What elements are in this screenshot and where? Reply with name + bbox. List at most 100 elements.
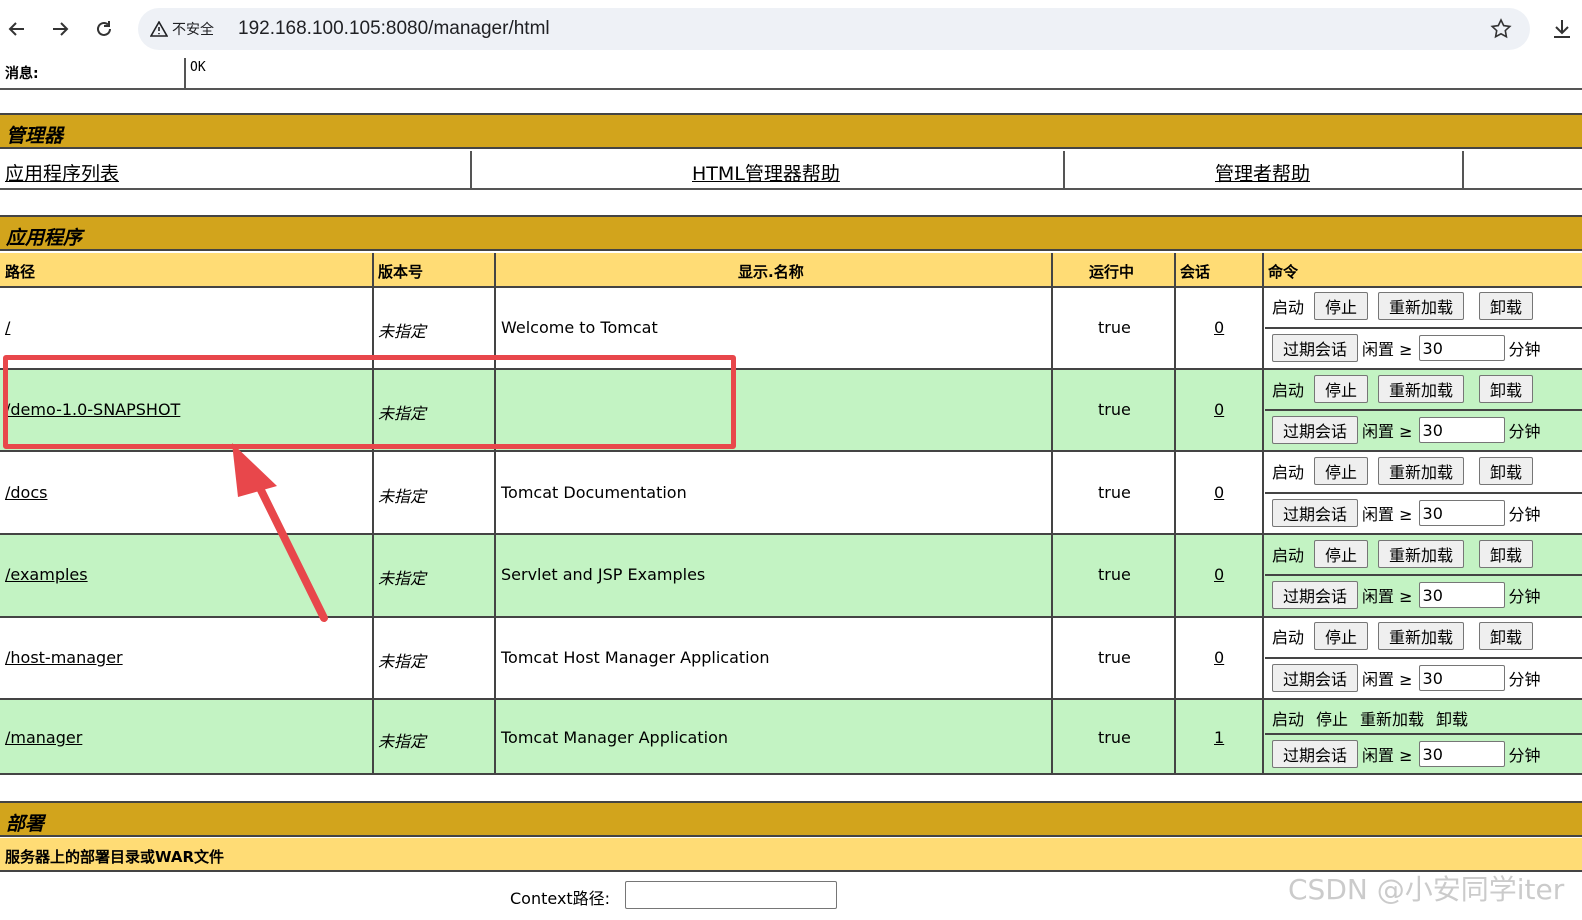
address-bar[interactable]: 不安全 192.168.100.105:8080/manager/html: [138, 8, 1530, 50]
applications-section-header: 应用程序: [0, 215, 1582, 251]
undeploy-button[interactable]: 卸载: [1479, 540, 1534, 568]
deploy-subheader: 服务器上的部署目录或WAR文件: [0, 838, 1582, 872]
undeploy-button[interactable]: 卸载: [1479, 292, 1534, 320]
undeploy-button[interactable]: 卸载: [1479, 457, 1534, 485]
minutes-label: 分钟: [1508, 505, 1541, 524]
start-label: 启动: [1272, 298, 1305, 317]
reload-button[interactable]: 重新加载: [1378, 292, 1465, 320]
app-display-name: Servlet and JSP Examples: [501, 565, 706, 584]
divider: [1462, 151, 1464, 188]
start-label: 启动: [1272, 710, 1305, 729]
expire-sessions-button[interactable]: 过期会话: [1272, 581, 1359, 609]
app-path-link[interactable]: /docs: [5, 483, 47, 502]
divider: [1265, 327, 1582, 329]
undeploy-label: 卸载: [1436, 710, 1469, 729]
download-icon[interactable]: [1550, 17, 1574, 45]
app-running: true: [1098, 483, 1131, 502]
col-display-name: 显示.名称: [738, 263, 804, 281]
command-group: 启动 停止 重新加载 卸载: [1272, 706, 1468, 730]
minutes-label: 分钟: [1508, 746, 1541, 765]
highlight-box: [3, 355, 736, 449]
message-value: OK: [190, 60, 206, 75]
idle-minutes-input[interactable]: 30: [1418, 741, 1505, 767]
bookmark-star-icon[interactable]: [1490, 18, 1512, 44]
divider: [1051, 253, 1053, 775]
app-path-link[interactable]: /manager: [5, 728, 82, 747]
stop-button[interactable]: 停止: [1314, 540, 1369, 568]
manager-section-header: 管理器: [0, 113, 1582, 149]
app-sessions-link[interactable]: 0: [1214, 565, 1224, 584]
expire-sessions-button[interactable]: 过期会话: [1272, 664, 1359, 692]
divider: [372, 253, 374, 775]
app-display-name: Tomcat Manager Application: [501, 728, 729, 747]
undeploy-button[interactable]: 卸载: [1479, 622, 1534, 650]
col-sessions: 会话: [1180, 263, 1211, 281]
manager-links: 应用程序列表 HTML管理器帮助 管理者帮助: [0, 151, 1582, 190]
app-sessions-link[interactable]: 0: [1214, 483, 1224, 502]
context-path-label: Context路径:: [510, 889, 611, 908]
expire-sessions-button[interactable]: 过期会话: [1272, 416, 1359, 444]
expire-sessions-button[interactable]: 过期会话: [1272, 740, 1359, 768]
divider: [1265, 409, 1582, 411]
warning-icon: [150, 21, 168, 37]
divider: [1262, 253, 1264, 775]
context-path-input[interactable]: [625, 881, 837, 909]
idle-label: 闲置 ≥: [1362, 587, 1413, 606]
col-version: 版本号: [378, 263, 424, 281]
stop-button[interactable]: 停止: [1314, 375, 1369, 403]
undeploy-button[interactable]: 卸载: [1479, 375, 1534, 403]
start-label: 启动: [1272, 463, 1305, 482]
minutes-label: 分钟: [1508, 340, 1541, 359]
expire-group: 过期会话 闲置 ≥ 30 分钟: [1272, 334, 1541, 362]
reload-icon[interactable]: [89, 14, 119, 44]
html-manager-help-link[interactable]: HTML管理器帮助: [692, 159, 840, 186]
manager-help-link[interactable]: 管理者帮助: [1215, 159, 1310, 186]
stop-button[interactable]: 停止: [1314, 292, 1369, 320]
col-running: 运行中: [1089, 263, 1135, 281]
command-group: 启动 停止 重新加载 卸载: [1272, 622, 1534, 650]
stop-button[interactable]: 停止: [1314, 457, 1369, 485]
reload-button[interactable]: 重新加载: [1378, 375, 1465, 403]
divider: [470, 151, 472, 188]
app-sessions-link[interactable]: 0: [1214, 318, 1224, 337]
divider: [1265, 657, 1582, 659]
app-version: 未指定: [378, 487, 427, 506]
app-path-link[interactable]: /host-manager: [5, 648, 123, 667]
reload-button[interactable]: 重新加载: [1378, 622, 1465, 650]
app-sessions-link[interactable]: 0: [1214, 648, 1224, 667]
expire-sessions-button[interactable]: 过期会话: [1272, 499, 1359, 527]
expire-sessions-button[interactable]: 过期会话: [1272, 334, 1359, 362]
reload-button[interactable]: 重新加载: [1378, 540, 1465, 568]
app-sessions-link[interactable]: 1: [1214, 728, 1224, 747]
divider: [1265, 733, 1582, 735]
watermark: CSDN @小安同学iter: [1288, 873, 1565, 906]
divider: [1174, 253, 1176, 775]
back-icon[interactable]: [2, 14, 32, 44]
app-path-link[interactable]: /: [5, 318, 10, 337]
idle-minutes-input[interactable]: 30: [1418, 335, 1505, 361]
idle-minutes-input[interactable]: 30: [1418, 500, 1505, 526]
message-row: 消息: OK: [0, 58, 1582, 90]
app-running: true: [1098, 565, 1131, 584]
security-indicator[interactable]: 不安全: [150, 19, 214, 39]
deploy-subtitle: 服务器上的部署目录或WAR文件: [5, 848, 225, 866]
idle-label: 闲置 ≥: [1362, 422, 1413, 441]
stop-button[interactable]: 停止: [1314, 622, 1369, 650]
app-path-link[interactable]: /examples: [5, 565, 88, 584]
app-version: 未指定: [378, 322, 427, 341]
idle-minutes-input[interactable]: 30: [1418, 665, 1505, 691]
app-list-link[interactable]: 应用程序列表: [5, 159, 119, 186]
app-sessions-link[interactable]: 0: [1214, 400, 1224, 419]
stop-label: 停止: [1316, 710, 1349, 729]
idle-minutes-input[interactable]: 30: [1418, 417, 1505, 443]
start-label: 启动: [1272, 381, 1305, 400]
col-path: 路径: [5, 263, 36, 281]
app-running: true: [1098, 318, 1131, 337]
idle-minutes-input[interactable]: 30: [1418, 582, 1505, 608]
command-group: 启动 停止 重新加载 卸载: [1272, 292, 1534, 320]
url-text[interactable]: 192.168.100.105:8080/manager/html: [238, 18, 550, 40]
expire-group: 过期会话 闲置 ≥ 30 分钟: [1272, 664, 1541, 692]
forward-icon[interactable]: [45, 14, 75, 44]
reload-button[interactable]: 重新加载: [1378, 457, 1465, 485]
expire-group: 过期会话 闲置 ≥ 30 分钟: [1272, 740, 1541, 768]
